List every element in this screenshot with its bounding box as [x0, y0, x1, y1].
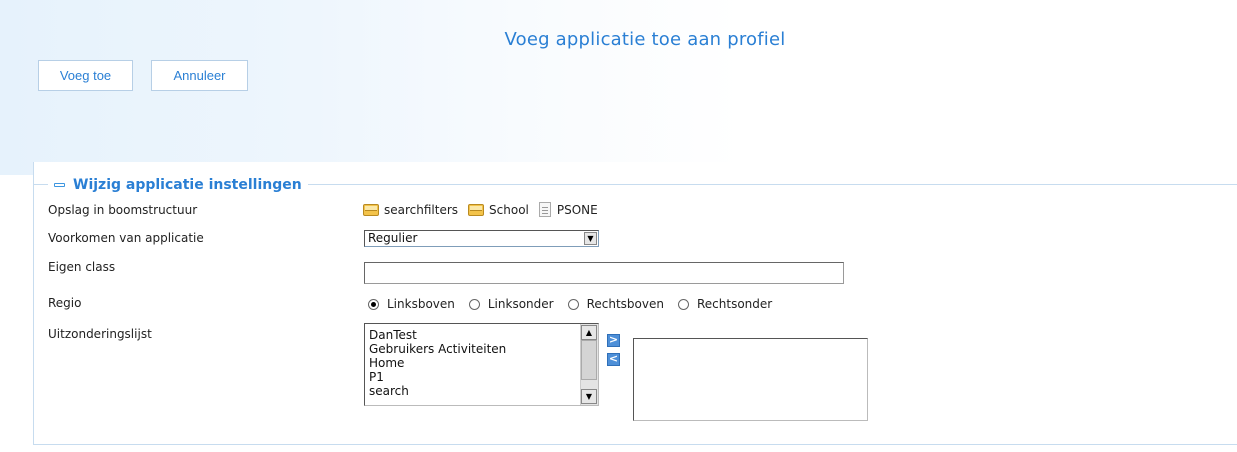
scrollbar[interactable]: ▲ ▼ — [580, 324, 598, 405]
path-item-label: PSONE — [556, 202, 598, 217]
page-title: Voeg applicatie toe aan profiel — [504, 29, 786, 50]
path-item-label: searchfilters — [384, 202, 459, 217]
list-item[interactable]: Gebruikers Activiteiten — [369, 342, 506, 356]
cancel-button[interactable]: Annuleer — [151, 60, 248, 91]
list-item[interactable]: Home — [369, 356, 506, 370]
path-item-searchfilters[interactable]: searchfilters — [363, 203, 458, 217]
path-item-label: School — [489, 202, 529, 217]
storage-label: Opslag in boomstructuur — [48, 203, 198, 217]
dropdown-arrow-icon[interactable]: ▼ — [584, 232, 597, 245]
appearance-selected-value: Regulier — [368, 231, 418, 245]
region-radio-group: Linksboven Linksonder Rechtsboven Rechts… — [368, 297, 786, 311]
radio-linksonder[interactable]: Linksonder — [468, 297, 554, 311]
region-label: Regio — [48, 296, 82, 310]
radio-label: Linksboven — [387, 297, 455, 311]
radio-label: Rechtsboven — [586, 297, 664, 311]
radio-rechtsonder[interactable]: Rechtsonder — [677, 297, 773, 311]
path-item-school[interactable]: School — [468, 203, 529, 217]
appearance-label: Voorkomen van applicatie — [48, 231, 204, 245]
exceptions-label: Uitzonderingslijst — [48, 327, 152, 341]
selected-list[interactable] — [633, 338, 868, 421]
list-item[interactable]: DanTest — [369, 328, 506, 342]
radio-rechtsboven[interactable]: Rechtsboven — [567, 297, 664, 311]
radio-linksboven[interactable]: Linksboven — [368, 297, 455, 311]
radio-button[interactable] — [677, 298, 689, 310]
add-button[interactable]: Voeg toe — [38, 60, 133, 91]
radio-button[interactable] — [567, 298, 579, 310]
available-list-items: DanTest Gebruikers Activiteiten Home P1 … — [369, 328, 506, 398]
radio-button[interactable] — [468, 298, 480, 310]
folder-icon — [363, 203, 379, 216]
radio-button-checked[interactable] — [368, 298, 379, 310]
scroll-up-arrow-icon[interactable]: ▲ — [581, 325, 597, 340]
document-icon — [538, 202, 551, 217]
custom-class-label: Eigen class — [48, 260, 116, 274]
move-left-button[interactable]: < — [607, 353, 620, 366]
path-item-psone[interactable]: PSONE — [538, 202, 598, 217]
appearance-select[interactable]: Regulier ▼ — [364, 230, 599, 247]
storage-path: searchfilters School PSONE — [363, 202, 608, 217]
list-item[interactable]: search — [369, 384, 506, 398]
move-right-button[interactable]: > — [607, 334, 620, 347]
radio-label: Rechtsonder — [696, 297, 773, 311]
scroll-down-arrow-icon[interactable]: ▼ — [581, 389, 597, 404]
settings-panel-title: Wijzig applicatie instellingen — [73, 177, 302, 193]
scrollbar-thumb[interactable] — [581, 340, 597, 380]
folder-icon — [468, 203, 485, 216]
radio-label: Linksonder — [487, 297, 554, 311]
list-item[interactable]: P1 — [369, 370, 506, 384]
settings-panel-header[interactable]: Wijzig applicatie instellingen — [48, 175, 308, 195]
available-list[interactable]: DanTest Gebruikers Activiteiten Home P1 … — [364, 323, 599, 406]
custom-class-input[interactable] — [364, 262, 844, 284]
collapse-icon[interactable] — [54, 183, 65, 187]
